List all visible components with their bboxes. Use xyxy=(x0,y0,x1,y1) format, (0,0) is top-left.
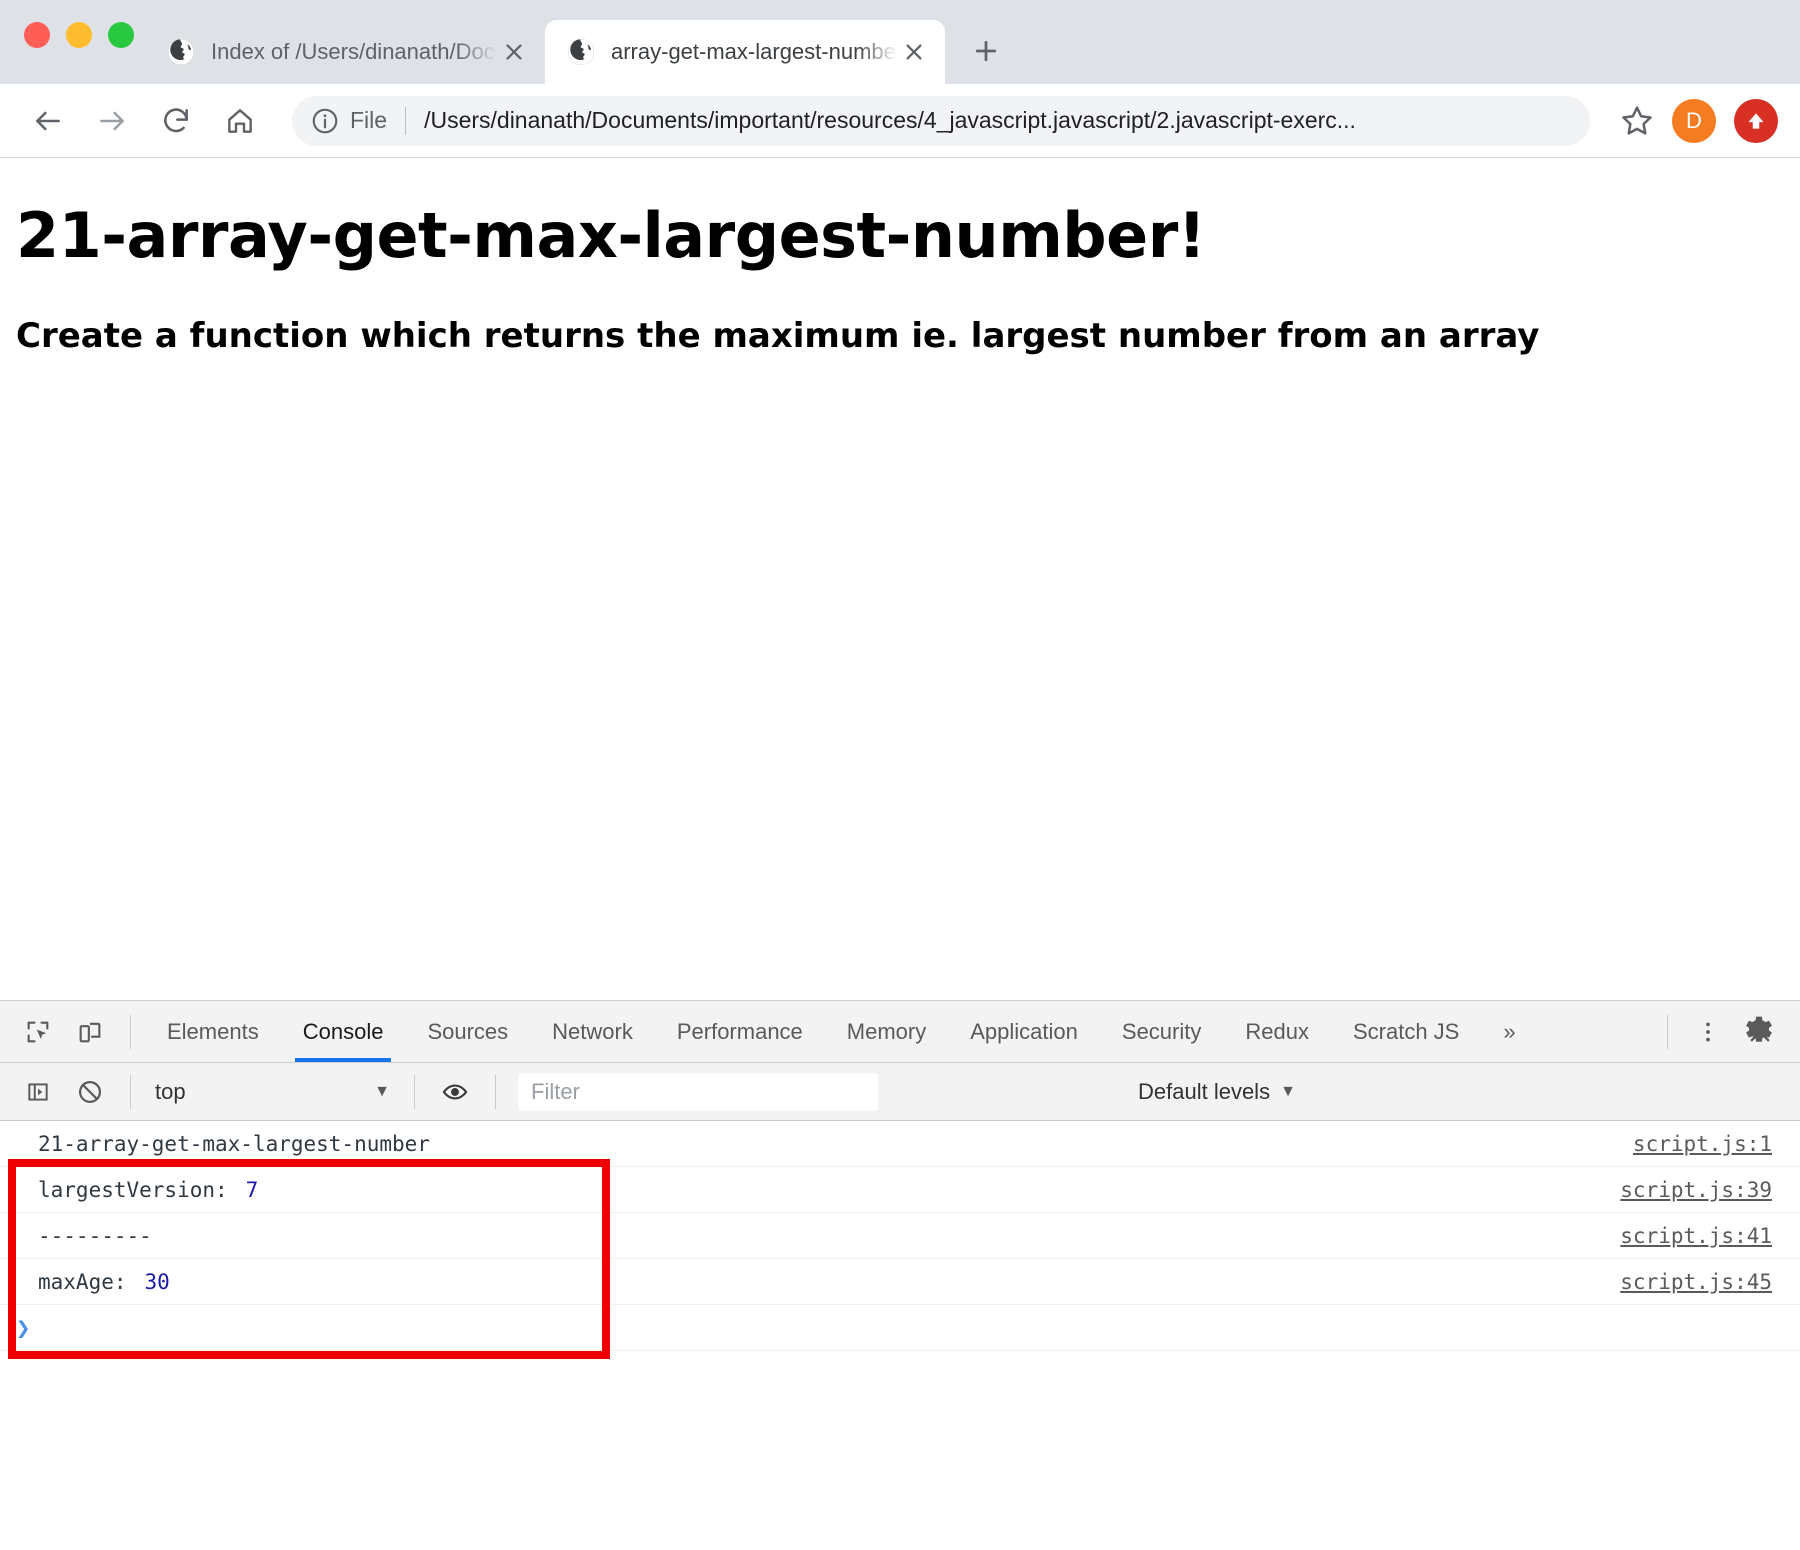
star-icon[interactable] xyxy=(1618,102,1656,140)
console-row[interactable]: 21-array-get-max-largest-number script.j… xyxy=(0,1121,1800,1167)
devtools-panel: Elements Console Sources Network Perform… xyxy=(0,1000,1800,1550)
page-subtitle: Create a function which returns the maxi… xyxy=(16,316,1540,357)
console-row[interactable]: maxAge: 30 script.js:45 xyxy=(0,1259,1800,1305)
prompt-caret-icon: ❯ xyxy=(16,1313,31,1342)
console-toolbar: top ▼ Filter Default levels ▼ xyxy=(0,1016,1800,1121)
console-message-label: --------- xyxy=(38,1223,152,1248)
toolbar-divider xyxy=(130,1014,131,1049)
toolbar-divider xyxy=(1667,1014,1668,1049)
close-window-button[interactable] xyxy=(24,22,50,48)
forward-arrow-icon[interactable] xyxy=(86,95,138,147)
page-title: 21-array-get-max-largest-number! xyxy=(16,199,1206,272)
new-tab-button[interactable] xyxy=(959,24,1013,78)
toolbar-divider xyxy=(130,1074,131,1109)
devtools-tab-scratch-js[interactable]: Scratch JS xyxy=(1331,1002,1481,1062)
chevron-down-icon: ▼ xyxy=(1280,1082,1296,1100)
devtools-tab-overflow[interactable]: » xyxy=(1481,1002,1537,1062)
window-controls xyxy=(24,22,134,48)
toolbar-divider xyxy=(414,1074,415,1109)
page-content: 21-array-get-max-largest-number! Create … xyxy=(0,158,1800,1084)
chevron-down-icon: ▼ xyxy=(374,1082,390,1100)
devtools-tab-sources[interactable]: Sources xyxy=(405,1002,530,1062)
browser-tab-2[interactable]: array-get-max-largest-number xyxy=(545,20,945,84)
console-message-label: 21-array-get-max-largest-number xyxy=(38,1131,430,1156)
avatar[interactable]: D xyxy=(1672,98,1716,143)
device-toolbar-icon[interactable] xyxy=(68,1010,112,1054)
clear-console-icon[interactable] xyxy=(68,1070,112,1114)
console-source-link[interactable]: script.js:39 xyxy=(1620,1178,1772,1202)
close-tab-icon[interactable] xyxy=(497,35,531,69)
close-tab-icon[interactable] xyxy=(897,35,931,69)
console-row[interactable]: --------- script.js:41 xyxy=(0,1213,1800,1259)
devtools-tab-elements[interactable]: Elements xyxy=(145,1002,281,1062)
address-bar[interactable]: File /Users/dinanath/Documents/important… xyxy=(292,95,1590,146)
kebab-menu-icon[interactable] xyxy=(1686,1010,1730,1054)
home-icon[interactable] xyxy=(214,95,266,147)
devtools-tab-redux[interactable]: Redux xyxy=(1223,1002,1331,1062)
filter-input[interactable]: Filter xyxy=(518,1072,878,1111)
console-source-link[interactable]: script.js:45 xyxy=(1620,1270,1772,1294)
devtools-tab-security[interactable]: Security xyxy=(1100,1002,1223,1062)
console-row[interactable]: largestVersion: 7 script.js:39 xyxy=(0,1167,1800,1213)
reload-icon[interactable] xyxy=(150,95,202,147)
omnibox-divider xyxy=(405,106,407,135)
execution-context-value: top xyxy=(155,1078,186,1104)
log-levels-select[interactable]: Default levels ▼ xyxy=(1138,1079,1296,1105)
back-arrow-icon[interactable] xyxy=(22,95,74,147)
browser-tab-title: Index of /Users/dinanath/Docum xyxy=(211,39,497,64)
tab-strip: Index of /Users/dinanath/Docum array-get… xyxy=(0,0,1800,84)
devtools-tab-application[interactable]: Application xyxy=(948,1002,1100,1062)
devtools-tab-memory[interactable]: Memory xyxy=(825,1002,948,1062)
execution-context-select[interactable]: top ▼ xyxy=(145,1072,400,1112)
console-source-link[interactable]: script.js:1 xyxy=(1633,1132,1772,1156)
devtools-tab-performance[interactable]: Performance xyxy=(655,1002,825,1062)
console-prompt[interactable]: ❯ xyxy=(0,1305,1800,1351)
url-scheme-label: File xyxy=(350,107,388,133)
log-levels-label: Default levels xyxy=(1138,1078,1271,1104)
browser-tab-1[interactable]: Index of /Users/dinanath/Docum xyxy=(145,20,545,84)
devtools-tabbar: Elements Console Sources Network Perform… xyxy=(0,1001,1800,1063)
inspect-element-icon[interactable] xyxy=(16,1010,60,1054)
console-message-value: 7 xyxy=(245,1177,259,1202)
toolbar-divider xyxy=(495,1074,496,1109)
devtools-tab-network[interactable]: Network xyxy=(530,1002,655,1062)
minimize-window-button[interactable] xyxy=(66,22,92,48)
globe-icon xyxy=(167,38,195,66)
info-icon[interactable] xyxy=(310,106,340,136)
console-sidebar-icon[interactable] xyxy=(16,1070,60,1114)
browser-window: Index of /Users/dinanath/Docum array-get… xyxy=(0,0,1800,1550)
gear-icon[interactable] xyxy=(1738,1010,1778,1050)
url-text[interactable]: /Users/dinanath/Documents/important/reso… xyxy=(424,107,1572,134)
browser-tab-title: array-get-max-largest-number xyxy=(611,39,897,64)
maximize-window-button[interactable] xyxy=(108,22,134,48)
globe-icon xyxy=(567,38,595,66)
console-source-link[interactable]: script.js:41 xyxy=(1620,1224,1772,1248)
update-arrow-icon[interactable] xyxy=(1734,98,1778,143)
browser-toolbar: File /Users/dinanath/Documents/important… xyxy=(0,84,1800,158)
eye-icon[interactable] xyxy=(433,1070,477,1114)
devtools-tab-console[interactable]: Console xyxy=(281,1002,406,1062)
browser-tabs: Index of /Users/dinanath/Docum array-get… xyxy=(145,0,1013,84)
console-message-label: largestVersion: xyxy=(38,1177,228,1202)
console-message-value: 30 xyxy=(144,1269,170,1294)
console-message-label: maxAge: xyxy=(38,1269,127,1294)
console-output[interactable]: 21-array-get-max-largest-number script.j… xyxy=(0,1121,1800,1550)
